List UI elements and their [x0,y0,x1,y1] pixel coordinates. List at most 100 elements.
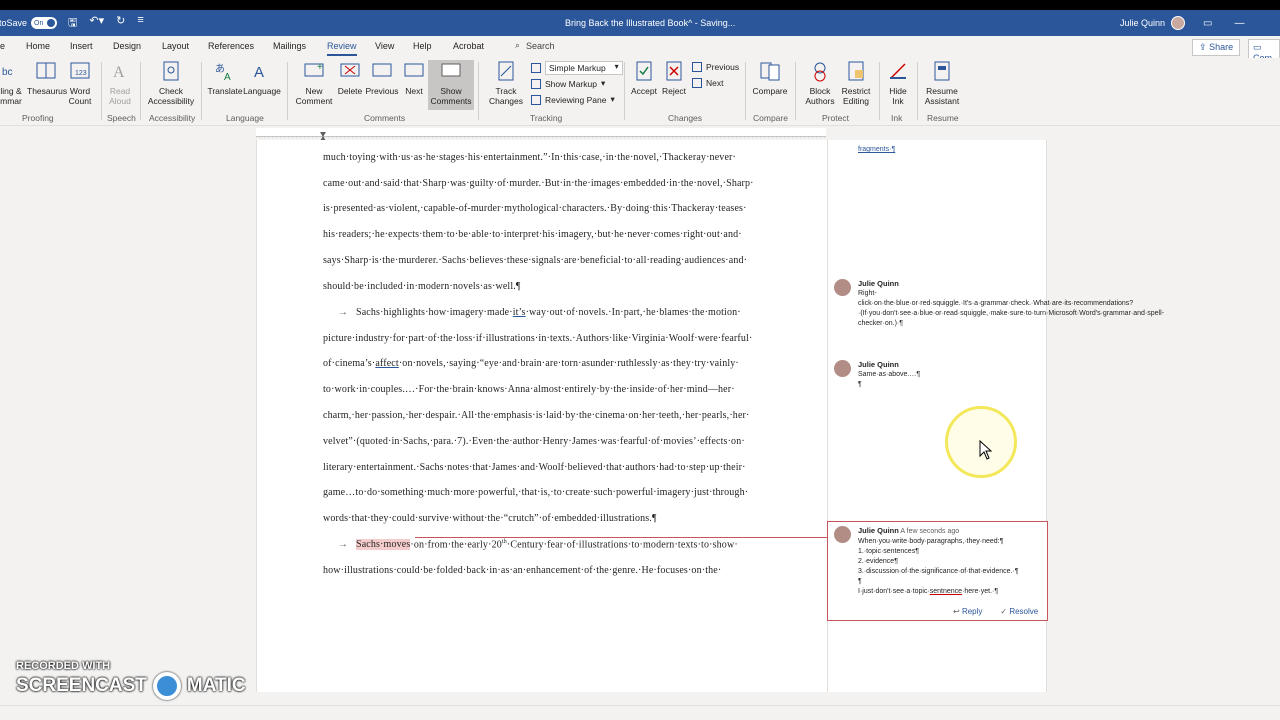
comment-card[interactable]: Julie Quinn Same·as·above.…¶ ¶ [834,360,1044,390]
commented-text[interactable]: Sachs·moves [356,539,411,551]
resume-assistant-icon [931,60,953,82]
doc-line[interactable]: his·readers;·he·expects·them·to·be·able·… [323,229,763,240]
tab-mailings[interactable]: Mailings [273,41,306,51]
share-button[interactable]: ⇪ Share [1192,39,1241,56]
top-black-strip [0,0,1280,10]
minimize-icon[interactable]: — [1234,18,1244,29]
next-label: Next [405,86,423,96]
bottom-scroll-bar[interactable] [0,705,1280,720]
reply-button[interactable]: ↩ Reply [953,607,982,616]
tab-insert[interactable]: Insert [70,41,93,51]
doc-line[interactable]: says·Sharp·is·the·murderer.·Sachs·believ… [323,255,763,266]
track-changes-button[interactable]: Track Changes [484,60,528,106]
check-accessibility-button[interactable]: Check Accessibility [146,60,196,106]
tab-help[interactable]: Help [413,41,432,51]
compare-icon [759,60,781,82]
doc-line[interactable]: → Sachs·moves·on·from·the·early·20th·Cent… [338,539,778,551]
show-comments-button[interactable]: Show Comments [428,60,474,110]
svg-text:A: A [113,64,125,81]
hide-ink-icon [887,60,909,82]
comment-link-text[interactable]: fragments·¶ [858,146,895,153]
tab-review[interactable]: Review [327,41,357,56]
horizontal-ruler[interactable] [256,128,826,141]
comment-fragment[interactable]: fragments·¶ [834,145,1044,155]
separator [101,62,102,120]
resolve-button[interactable]: ✓ Resolve [1000,607,1038,616]
tab-home[interactable]: Home [26,41,50,51]
previous-change-label: Previous [706,62,740,72]
doc-line[interactable]: of·cinema’s·affect·on·novels,·saying·“ey… [323,358,763,369]
doc-text: ·on·novels,·saying·“eye·and·brain·are·to… [398,358,739,369]
next-change-label: Next [706,78,724,88]
previous-change-button[interactable]: Previous [692,62,739,72]
doc-line[interactable]: words·that·they·could·survive·without·th… [323,513,763,524]
delete-comment-button[interactable]: Delete [336,60,364,96]
group-speech: Speech [107,113,136,123]
thesaurus-button[interactable]: Thesaurus [27,60,67,96]
user-account[interactable]: Julie Quinn [1120,16,1186,30]
doc-line[interactable]: is·presented·as·violent,·capable-of-murd… [323,203,763,214]
chevron-down-icon: ▾ [610,94,615,104]
doc-text: of·cinema’s· [323,358,376,369]
tab-view[interactable]: View [375,41,394,51]
tab-layout[interactable]: Layout [162,41,189,51]
language-button[interactable]: A Language [243,60,281,96]
tab-file[interactable]: e [0,41,5,51]
accept-button[interactable]: Accept [628,60,660,96]
undo-icon[interactable]: ↶▾ [89,14,104,33]
user-name: Julie Quinn [1120,18,1166,28]
show-markup-button[interactable]: Show Markup ▾ [531,78,605,89]
spelling-flag[interactable]: sentnence [930,588,962,595]
next-comment-button[interactable]: Next [401,60,427,96]
autosave[interactable]: AutoSave On [0,17,58,29]
tab-references[interactable]: References [208,41,254,51]
grammar-flag[interactable]: affect [375,358,398,369]
doc-line[interactable]: charm,·her·passion,·her·despair.·All·the… [323,410,763,421]
save-icon[interactable]: 🖫 [68,14,77,33]
autosave-toggle[interactable]: On [31,17,58,29]
doc-line[interactable]: to·work·in·couples.…·For·the·brain·knows… [323,384,763,395]
restrict-editing-button[interactable]: Restrict Editing [838,60,874,106]
hide-ink-button[interactable]: Hide Ink [884,60,912,106]
document-title[interactable]: Bring Back the Illustrated Book^ - Savin… [565,18,735,28]
doc-line[interactable]: came·out·and·said·that·Sharp·was·guilty·… [323,178,763,189]
reject-button[interactable]: Reject [660,60,688,96]
comment-text: I·just·don't·see·a·topic·sentnence·here·… [858,587,1044,597]
previous-comment-button[interactable]: Previous [364,60,400,96]
comment-text: ¶ [858,578,862,585]
word-count-button[interactable]: 123 Word Count [66,60,94,106]
compare-button[interactable]: Compare [750,60,790,96]
doc-line[interactable]: how·illustrations·could·be·folded·back·i… [323,565,763,576]
doc-line[interactable]: → Sachs·highlights·how·imagery·made·it’s·… [338,307,778,318]
doc-line[interactable]: game…to·do·something·much·more·powerful,… [323,487,763,498]
search-placeholder: Search [526,40,555,51]
new-comment-button[interactable]: + New Comment [293,60,335,106]
translate-button[interactable]: あA Translate [207,60,243,96]
reviewing-pane-icon [531,94,541,105]
search-box[interactable]: ⌕ Search [515,40,555,51]
resume-assistant-button[interactable]: Resume Assistant [922,60,962,106]
tab-acrobat[interactable]: Acrobat [453,41,484,51]
tab-design[interactable]: Design [113,41,141,51]
doc-line[interactable]: picture·industry·for·part·of·the·loss·if… [323,333,763,344]
comment-author: Julie Quinn [858,360,899,369]
spelling-grammar-button[interactable]: bc ling & mmar [0,60,26,106]
ribbon-display-icon[interactable]: ▭ [1203,18,1212,29]
comment-card-active[interactable]: Julie Quinn A few seconds ago When·you·w… [834,526,1044,597]
customize-qat-icon[interactable]: ≡ [137,14,143,33]
doc-line[interactable]: literary·entertainment.·Sachs·notes·that… [323,462,763,473]
doc-line[interactable]: should·be·included·in·modern·novels·as·w… [323,281,763,292]
resolve-label: Resolve [1009,607,1039,616]
comment-text-part: I·just·don't·see·a·topic· [858,588,930,595]
grammar-flag[interactable]: it’s [513,307,526,318]
read-aloud-button[interactable]: A Read Aloud [106,60,134,106]
doc-line[interactable]: velvet”·(quoted·in·Sachs,·para.·7).·Even… [323,436,763,447]
next-change-button[interactable]: Next [692,78,723,88]
block-authors-button[interactable]: Block Authors [800,60,840,106]
redo-icon[interactable]: ↻ [116,14,125,33]
reviewing-pane-button[interactable]: Reviewing Pane ▾ [531,94,615,105]
comment-actions: ↩ Reply ✓ Resolve [953,607,1038,616]
doc-line[interactable]: much·toying·with·us·as·he·stages·his·ent… [323,152,763,163]
simple-markup-dropdown[interactable]: Simple Markup [531,61,623,75]
comment-card[interactable]: Julie Quinn Right-click·on·the·blue·or·r… [834,279,1164,329]
